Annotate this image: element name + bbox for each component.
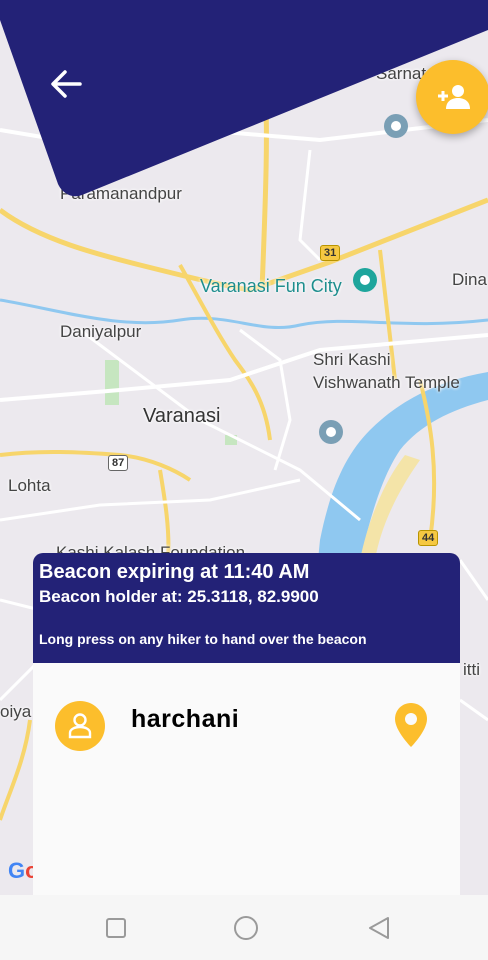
map-label-fun-city: Varanasi Fun City [200,276,342,296]
home-button[interactable] [231,913,261,943]
add-hiker-button[interactable] [416,60,488,134]
beacon-holder-text: Beacon holder at: 25.3118, 82.9900 [39,587,319,606]
hiker-list: harchani [33,663,460,895]
person-add-icon [438,85,470,109]
person-icon [68,713,92,739]
system-back-button[interactable] [364,913,394,943]
triangle-back-icon [369,917,389,939]
back-button[interactable] [44,62,88,106]
hiker-list-item[interactable]: harchani [33,693,460,757]
highway-shield-44: 44 [418,530,439,546]
recent-apps-button[interactable] [101,913,131,943]
arrow-left-icon [51,70,82,98]
map-label-dina: Dina [452,270,487,289]
beacon-panel: Beacon expiring at 11:40 AM Beacon holde… [33,553,460,895]
map-label-temple-line2: Vishwanath Temple [313,373,460,392]
hiker-location-button[interactable] [393,701,429,749]
map-label-temple-line1: Shri Kashi [313,350,391,369]
map-label-oiya: oiya [0,702,32,721]
highway-shield-31: 31 [320,245,341,261]
map-label-itti: itti [463,660,480,679]
highway-shield-87: 87 [108,455,129,471]
system-navigation-bar [0,895,488,960]
header-banner [0,0,488,200]
map-label-daniyalpur: Daniyalpur [60,322,142,341]
map-label-lohta: Lohta [8,476,51,495]
location-pin-icon [395,703,427,747]
handover-hint-text: Long press on any hiker to hand over the… [39,631,367,647]
beacon-info-header: Beacon expiring at 11:40 AM Beacon holde… [33,553,460,663]
circle-icon [234,916,258,940]
square-icon [106,918,126,938]
beacon-expiry-text: Beacon expiring at 11:40 AM [39,561,310,583]
map-label-varanasi: Varanasi [143,405,221,427]
hiker-name: harchani [131,705,240,733]
avatar [55,701,105,751]
